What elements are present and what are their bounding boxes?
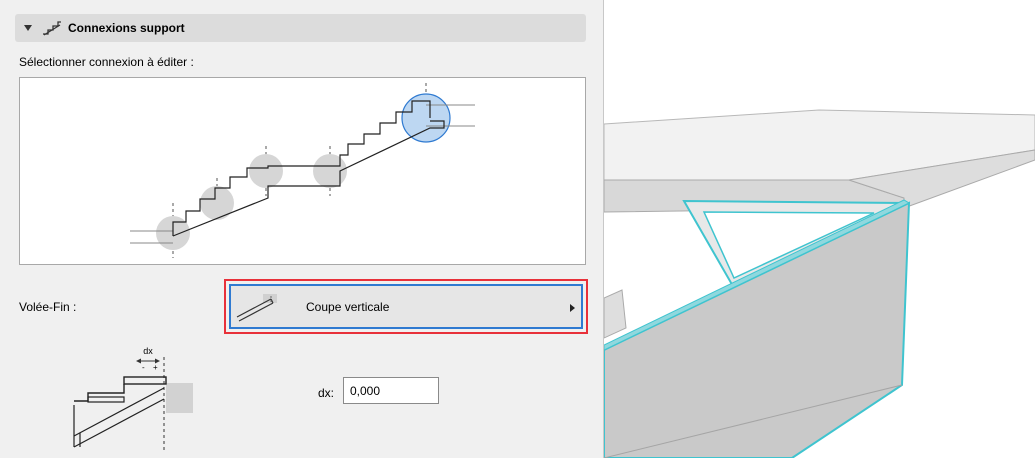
vertical-cut-icon	[236, 293, 277, 322]
connection-preview[interactable]	[19, 77, 586, 265]
triangle-down-icon[interactable]	[24, 25, 32, 31]
svg-text:-: -	[142, 363, 145, 372]
volee-fin-label: Volée-Fin :	[19, 300, 77, 314]
select-connection-label: Sélectionner connexion à éditer :	[19, 55, 194, 69]
section-title: Connexions support	[68, 21, 185, 35]
connection-landing-2[interactable]	[249, 154, 283, 188]
stair-connection-diagram	[130, 83, 475, 258]
dx-input[interactable]	[343, 377, 439, 404]
settings-panel: Connexions support Sélectionner connexio…	[0, 0, 603, 458]
3d-viewport[interactable]	[604, 0, 1035, 458]
section-header-support-connections[interactable]: Connexions support	[15, 14, 586, 42]
stair-support-icon	[43, 21, 61, 36]
connection-landing-1[interactable]	[200, 186, 234, 220]
svg-text:+: +	[153, 363, 158, 372]
detail-dx-text: dx	[143, 346, 153, 356]
stair-end-detail-diagram: dx - +	[73, 346, 193, 453]
connection-type-dropdown-highlight: Coupe verticale	[224, 279, 588, 334]
connection-type-dropdown[interactable]: Coupe verticale	[229, 284, 583, 329]
triangle-right-icon	[570, 304, 575, 312]
connection-landing-3[interactable]	[313, 154, 347, 188]
dx-label: dx:	[318, 386, 335, 400]
dropdown-value: Coupe verticale	[306, 299, 390, 314]
